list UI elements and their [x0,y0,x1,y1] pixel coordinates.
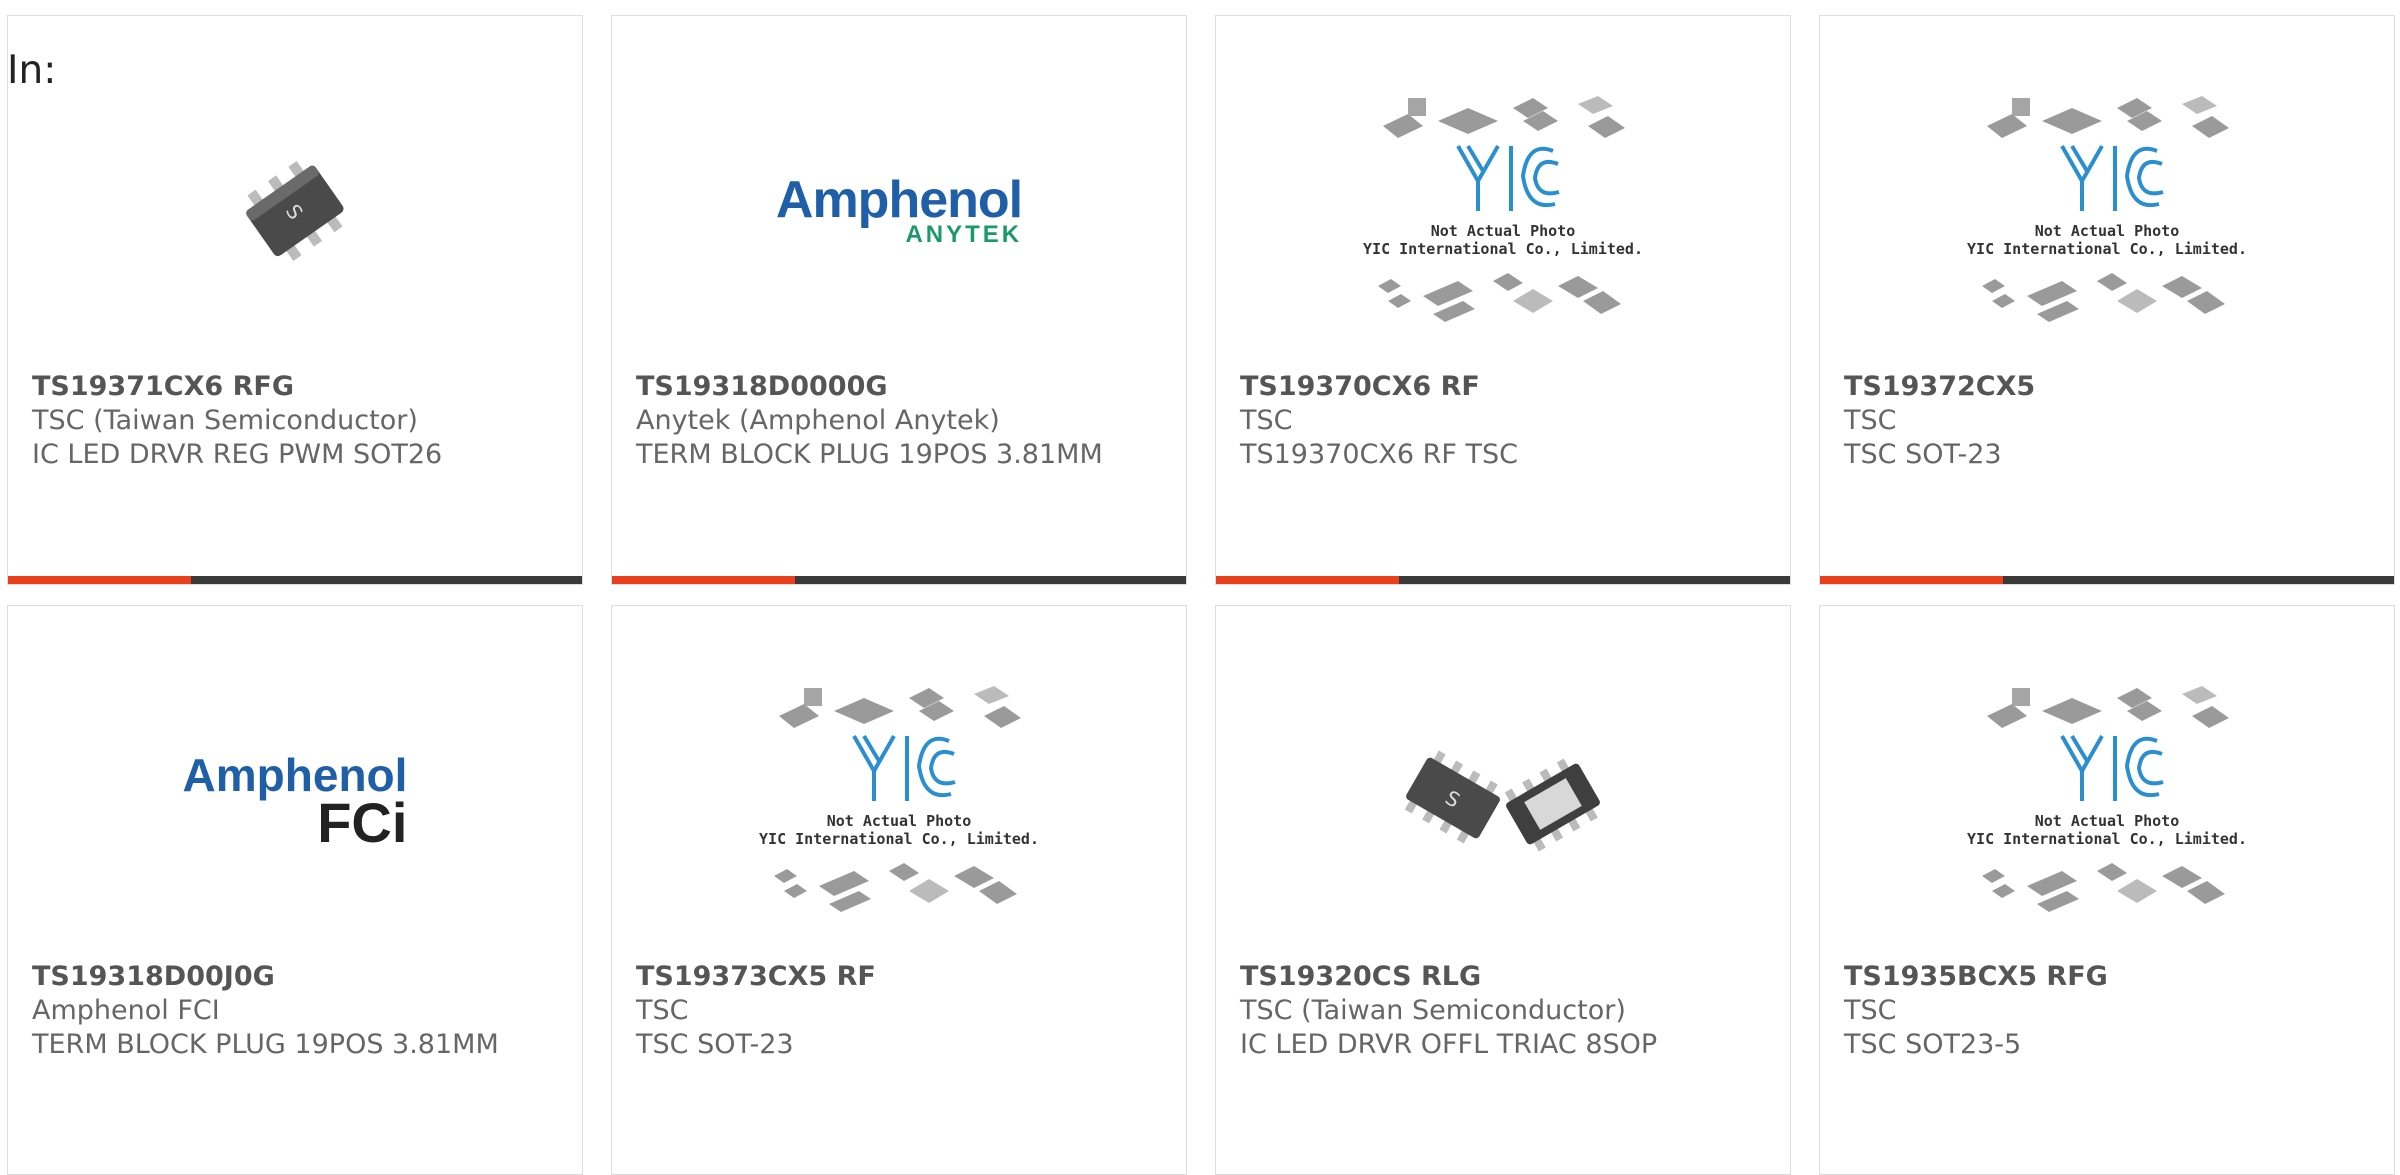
card-bar [8,576,582,584]
card-bar-accent [1820,576,2003,584]
product-image[interactable]: Not Actual Photo YIC International Co., … [612,656,1186,946]
description: TSC SOT-23 [636,1029,794,1060]
caption-line2: YIC International Co., Limited. [759,830,1039,848]
product-info: TS19318D00J0G Amphenol FCI TERM BLOCK PL… [32,960,558,1062]
card-bar [1820,576,2394,584]
card-bar [1216,576,1790,584]
manufacturer: Anytek (Amphenol Anytek) [636,405,1000,436]
description: TSC SOT-23 [1844,439,2002,470]
amphenol-anytek-logo: Amphenol ANYTEK [775,171,1023,247]
product-card[interactable]: S TS19320CS RLG TSC (Taiwan Semiconducto… [1215,605,1791,1175]
part-number[interactable]: TS19372CX5 [1844,370,2370,404]
manufacturer: TSC (Taiwan Semiconductor) [1240,995,1626,1026]
manufacturer: TSC [636,995,689,1026]
product-card[interactable]: Not Actual Photo YIC International Co., … [1215,15,1791,585]
part-number[interactable]: TS19318D0000G [636,370,1162,404]
product-card[interactable]: Not Actual Photo YIC International Co., … [1819,15,2395,585]
product-image[interactable]: Not Actual Photo YIC International Co., … [1820,656,2394,946]
caption-line1: Not Actual Photo [2035,812,2180,830]
part-number[interactable]: TS19370CX6 RF [1240,370,1766,404]
caption-line1: Not Actual Photo [1431,222,1576,240]
sot26-chip-icon: S [246,161,344,261]
caption-line2: YIC International Co., Limited. [1967,830,2247,848]
manufacturer: Amphenol FCI [32,995,220,1026]
filter-label: In: [7,48,57,93]
product-image[interactable]: Not Actual Photo YIC International Co., … [1216,66,1790,356]
card-bar-accent [8,576,191,584]
product-image[interactable]: Amphenol FCi [8,656,582,946]
caption-line2: YIC International Co., Limited. [1363,240,1643,258]
product-image[interactable]: S [1216,656,1790,946]
manufacturer: TSC (Taiwan Semiconductor) [32,405,418,436]
yic-placeholder-icon: Not Actual Photo YIC International Co., … [1967,96,2247,322]
product-card[interactable]: S TS19371CX6 RFG TSC (Taiwan Semiconduct… [7,15,583,585]
description: TSC SOT23-5 [1844,1029,2022,1060]
product-image[interactable]: Amphenol ANYTEK [612,66,1186,356]
product-card[interactable]: Amphenol FCi TS19318D00J0G Amphenol FCI … [7,605,583,1175]
yic-placeholder-icon: Not Actual Photo YIC International Co., … [759,686,1039,912]
part-number[interactable]: TS19371CX6 RFG [32,370,558,404]
part-number[interactable]: TS19318D00J0G [32,960,558,994]
manufacturer: TSC [1240,405,1293,436]
manufacturer: TSC [1844,995,1897,1026]
card-bar [612,576,1186,584]
product-info: TS1935BCX5 RFG TSC TSC SOT23-5 [1844,960,2370,1062]
description: TS19370CX6 RF TSC [1240,439,1518,470]
manufacturer: TSC [1844,405,1897,436]
product-image[interactable]: S [8,66,582,356]
product-info: TS19318D0000G Anytek (Amphenol Anytek) T… [636,370,1162,472]
description: IC LED DRVR REG PWM SOT26 [32,439,443,470]
product-info: TS19372CX5 TSC TSC SOT-23 [1844,370,2370,472]
description: TERM BLOCK PLUG 19POS 3.81MM [32,1029,499,1060]
caption-line1: Not Actual Photo [827,812,972,830]
logo-line2: FCi [317,791,408,854]
part-number[interactable]: TS19373CX5 RF [636,960,1162,994]
sop8-chip-icon: S [1404,750,1600,852]
description: TERM BLOCK PLUG 19POS 3.81MM [636,439,1103,470]
caption-line2: YIC International Co., Limited. [1967,240,2247,258]
product-info: TS19371CX6 RFG TSC (Taiwan Semiconductor… [32,370,558,472]
part-number[interactable]: TS19320CS RLG [1240,960,1766,994]
caption-line1: Not Actual Photo [2035,222,2180,240]
product-info: TS19320CS RLG TSC (Taiwan Semiconductor)… [1240,960,1766,1062]
amphenol-fci-logo: Amphenol FCi [183,752,408,854]
product-card[interactable]: Not Actual Photo YIC International Co., … [1819,605,2395,1175]
description: IC LED DRVR OFFL TRIAC 8SOP [1240,1029,1658,1060]
product-card[interactable]: Not Actual Photo YIC International Co., … [611,605,1187,1175]
product-card[interactable]: Amphenol ANYTEK TS19318D0000G Anytek (Am… [611,15,1187,585]
product-info: TS19373CX5 RF TSC TSC SOT-23 [636,960,1162,1062]
yic-placeholder-icon: Not Actual Photo YIC International Co., … [1363,96,1643,322]
logo-line1: Amphenol [775,171,1023,229]
part-number[interactable]: TS1935BCX5 RFG [1844,960,2370,994]
product-image[interactable]: Not Actual Photo YIC International Co., … [1820,66,2394,356]
card-bar-accent [612,576,795,584]
product-info: TS19370CX6 RF TSC TS19370CX6 RF TSC [1240,370,1766,472]
yic-placeholder-icon: Not Actual Photo YIC International Co., … [1967,686,2247,912]
card-bar-accent [1216,576,1399,584]
